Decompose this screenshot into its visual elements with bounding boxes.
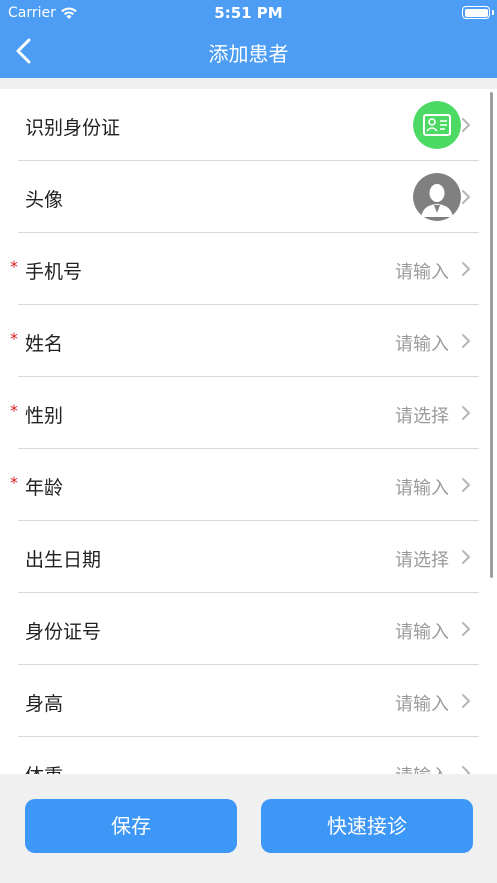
row-label: 出生日期 <box>25 549 102 571</box>
row-height[interactable]: 身高 请输入 <box>0 665 497 737</box>
row-label: 识别身份证 <box>25 117 121 139</box>
patient-form: 识别身份证 头像 * 手机号 请输入 * 姓名 请输入 * 性别 请选择 * 年… <box>0 89 497 774</box>
footer-bar: 保存 快速接诊 <box>0 774 497 883</box>
row-label: 年龄 <box>25 477 64 499</box>
chevron-right-icon <box>461 621 471 637</box>
row-label: 身份证号 <box>25 621 102 643</box>
id-card-icon[interactable] <box>413 101 461 149</box>
nav-bar: 添加患者 <box>0 26 497 78</box>
clock: 5:51 PM <box>214 4 283 22</box>
row-age[interactable]: * 年龄 请输入 <box>0 449 497 521</box>
row-phone[interactable]: * 手机号 请输入 <box>0 233 497 305</box>
row-id-card[interactable]: 识别身份证 <box>0 89 497 161</box>
required-mark: * <box>10 401 18 420</box>
section-gap <box>0 78 497 89</box>
row-label: 体重 <box>25 761 63 774</box>
chevron-right-icon <box>461 765 471 774</box>
row-avatar[interactable]: 头像 <box>0 161 497 233</box>
chevron-right-icon <box>461 261 471 277</box>
chevron-right-icon <box>461 117 471 133</box>
phone-input[interactable]: 请输入 <box>395 258 449 284</box>
row-label: 头像 <box>25 189 64 211</box>
gender-select[interactable]: 请选择 <box>395 402 449 428</box>
quick-visit-button[interactable]: 快速接诊 <box>261 799 473 853</box>
row-birth-date[interactable]: 出生日期 请选择 <box>0 521 497 593</box>
birth-date-select[interactable]: 请选择 <box>395 546 449 572</box>
row-label: 姓名 <box>25 333 64 355</box>
required-mark: * <box>10 473 18 492</box>
battery-tip <box>492 10 494 15</box>
row-label: 手机号 <box>25 261 83 283</box>
height-input[interactable]: 请输入 <box>395 690 449 716</box>
row-label: 身高 <box>25 693 64 715</box>
row-gender[interactable]: * 性别 请选择 <box>0 377 497 449</box>
weight-input[interactable]: 请输入 <box>395 762 449 774</box>
required-mark: * <box>10 329 18 348</box>
page-title: 添加患者 <box>208 42 289 66</box>
chevron-right-icon <box>461 333 471 349</box>
status-bar: Carrier 5:51 PM <box>0 0 497 26</box>
avatar-placeholder-icon[interactable] <box>413 173 461 221</box>
age-input[interactable]: 请输入 <box>395 474 449 500</box>
scrollbar[interactable] <box>490 92 493 578</box>
row-label: 性别 <box>25 405 64 427</box>
required-mark: * <box>10 257 18 276</box>
name-input[interactable]: 请输入 <box>395 330 449 356</box>
chevron-right-icon <box>461 477 471 493</box>
chevron-right-icon <box>461 549 471 565</box>
row-name[interactable]: * 姓名 请输入 <box>0 305 497 377</box>
id-number-input[interactable]: 请输入 <box>395 618 449 644</box>
battery-icon <box>462 6 490 19</box>
chevron-right-icon <box>461 405 471 421</box>
chevron-right-icon <box>461 189 471 205</box>
chevron-right-icon <box>461 693 471 709</box>
row-id-number[interactable]: 身份证号 请输入 <box>0 593 497 665</box>
row-weight[interactable]: 体重 请输入 <box>0 737 497 774</box>
save-button[interactable]: 保存 <box>25 799 237 853</box>
